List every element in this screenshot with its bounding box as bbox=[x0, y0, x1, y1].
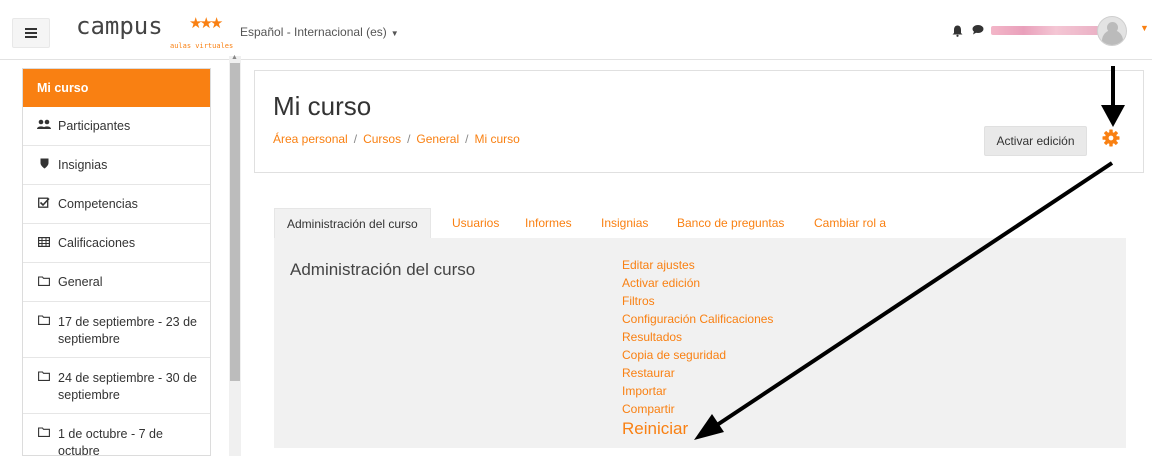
breadcrumb-separator: / bbox=[465, 132, 469, 146]
link-reiniciar[interactable]: Reiniciar bbox=[622, 418, 773, 440]
breadcrumb-link-cursos[interactable]: Cursos bbox=[363, 132, 401, 146]
scrollbar-thumb[interactable] bbox=[230, 63, 240, 381]
breadcrumb-link-mi-curso[interactable]: Mi curso bbox=[474, 132, 519, 146]
tab-banco-de-preguntas[interactable]: Banco de preguntas bbox=[677, 208, 784, 238]
sidebar-item-insignias[interactable]: Insignias bbox=[23, 146, 210, 185]
sidebar-item-label: 17 de septiembre - 23 de septiembre bbox=[58, 315, 197, 346]
logo-text: campus bbox=[76, 12, 163, 40]
avatar[interactable] bbox=[1097, 16, 1127, 46]
sidebar-item-calificaciones[interactable]: Calificaciones bbox=[23, 224, 210, 263]
chat-icon[interactable] bbox=[972, 24, 984, 38]
page-header: Mi curso Área personal / Cursos / General / Mi… bbox=[254, 70, 1144, 173]
folder-icon bbox=[37, 314, 51, 331]
users-icon bbox=[37, 119, 51, 133]
link-filtros[interactable]: Filtros bbox=[622, 292, 773, 310]
caret-down-icon[interactable]: ▼ bbox=[1140, 23, 1149, 33]
link-activar-edicion[interactable]: Activar edición bbox=[622, 274, 773, 292]
sidebar-item-week-3[interactable]: 1 de octubre - 7 de octubre bbox=[23, 414, 210, 456]
admin-tabs: Administración del curso Usuarios Inform… bbox=[274, 208, 1126, 238]
course-admin-panel: Administración del curso Editar ajustes … bbox=[274, 238, 1126, 448]
shield-icon bbox=[37, 158, 51, 172]
link-editar-ajustes[interactable]: Editar ajustes bbox=[622, 256, 773, 274]
link-configuracion-calificaciones[interactable]: Configuración Calificaciones bbox=[622, 310, 773, 328]
sidebar-item-label: Mi curso bbox=[37, 81, 89, 95]
caret-down-icon: ▼ bbox=[390, 29, 399, 38]
folder-icon bbox=[37, 370, 51, 387]
sidebar-item-label: General bbox=[58, 275, 103, 289]
checkbox-icon bbox=[37, 197, 51, 211]
tab-administracion-del-curso[interactable]: Administración del curso bbox=[274, 208, 431, 238]
tab-insignias[interactable]: Insignias bbox=[601, 208, 648, 238]
sidebar-item-week-2[interactable]: 24 de septiembre - 30 de septiembre bbox=[23, 358, 210, 414]
language-menu[interactable]: Español - Internacional (es) ▼ bbox=[240, 25, 399, 39]
sidebar-item-participantes[interactable]: Participantes bbox=[23, 107, 210, 146]
sidebar-item-label: Insignias bbox=[58, 158, 108, 172]
sidebar-item-label: Calificaciones bbox=[58, 236, 136, 250]
link-resultados[interactable]: Resultados bbox=[622, 328, 773, 346]
turn-editing-on-button[interactable]: Activar edición bbox=[984, 126, 1087, 156]
folder-icon bbox=[37, 275, 51, 289]
breadcrumb: Área personal / Cursos / General / Mi curso bbox=[273, 132, 520, 146]
sidebar-item-label: Participantes bbox=[58, 119, 131, 133]
breadcrumb-separator: / bbox=[353, 132, 358, 146]
page-title: Mi curso bbox=[273, 91, 372, 121]
breadcrumb-separator: / bbox=[407, 132, 411, 146]
sidebar: Mi curso Participantes Insignias Compete… bbox=[22, 68, 211, 456]
user-area: ▼ bbox=[892, 16, 1152, 48]
sidebar-scrollbar[interactable]: ▲ bbox=[229, 54, 241, 456]
panel-title: Administración del curso bbox=[290, 260, 476, 279]
admin-links-list: Editar ajustes Activar edición Filtros C… bbox=[622, 256, 773, 440]
table-icon bbox=[37, 236, 51, 250]
sidebar-item-mi-curso[interactable]: Mi curso bbox=[23, 69, 210, 107]
breadcrumb-link-area-personal[interactable]: Área personal bbox=[273, 132, 348, 146]
sidebar-item-competencias[interactable]: Competencias bbox=[23, 185, 210, 224]
top-navbar: campus ★★★ aulas virtuales Español - Int… bbox=[0, 0, 1152, 60]
tab-informes[interactable]: Informes bbox=[525, 208, 572, 238]
language-label: Español - Internacional (es) bbox=[240, 25, 387, 39]
folder-icon bbox=[37, 426, 51, 443]
tab-cambiar-rol[interactable]: Cambiar rol a bbox=[814, 208, 886, 238]
sidebar-item-label: 1 de octubre - 7 de octubre bbox=[58, 427, 163, 456]
link-importar[interactable]: Importar bbox=[622, 382, 773, 400]
gear-icon[interactable] bbox=[1102, 129, 1120, 153]
logo-subtitle: aulas virtuales bbox=[170, 42, 234, 50]
link-restaurar[interactable]: Restaurar bbox=[622, 364, 773, 382]
site-logo[interactable]: campus ★★★ aulas virtuales bbox=[76, 12, 233, 50]
bell-icon[interactable] bbox=[952, 25, 963, 40]
sidebar-item-label: 24 de septiembre - 30 de septiembre bbox=[58, 371, 197, 402]
sidebar-item-label: Competencias bbox=[58, 197, 138, 211]
link-copia-de-seguridad[interactable]: Copia de seguridad bbox=[622, 346, 773, 364]
sidebar-item-week-1[interactable]: 17 de septiembre - 23 de septiembre bbox=[23, 302, 210, 358]
link-compartir[interactable]: Compartir bbox=[622, 400, 773, 418]
sidebar-item-general[interactable]: General bbox=[23, 263, 210, 302]
breadcrumb-link-general[interactable]: General bbox=[416, 132, 459, 146]
menu-toggle-button[interactable] bbox=[12, 18, 50, 48]
tab-usuarios[interactable]: Usuarios bbox=[452, 208, 499, 238]
menu-icon bbox=[25, 28, 37, 38]
user-name-blurred[interactable] bbox=[991, 26, 1099, 35]
logo-stars: ★★★ bbox=[189, 15, 223, 32]
scroll-up-icon[interactable]: ▲ bbox=[231, 54, 238, 61]
